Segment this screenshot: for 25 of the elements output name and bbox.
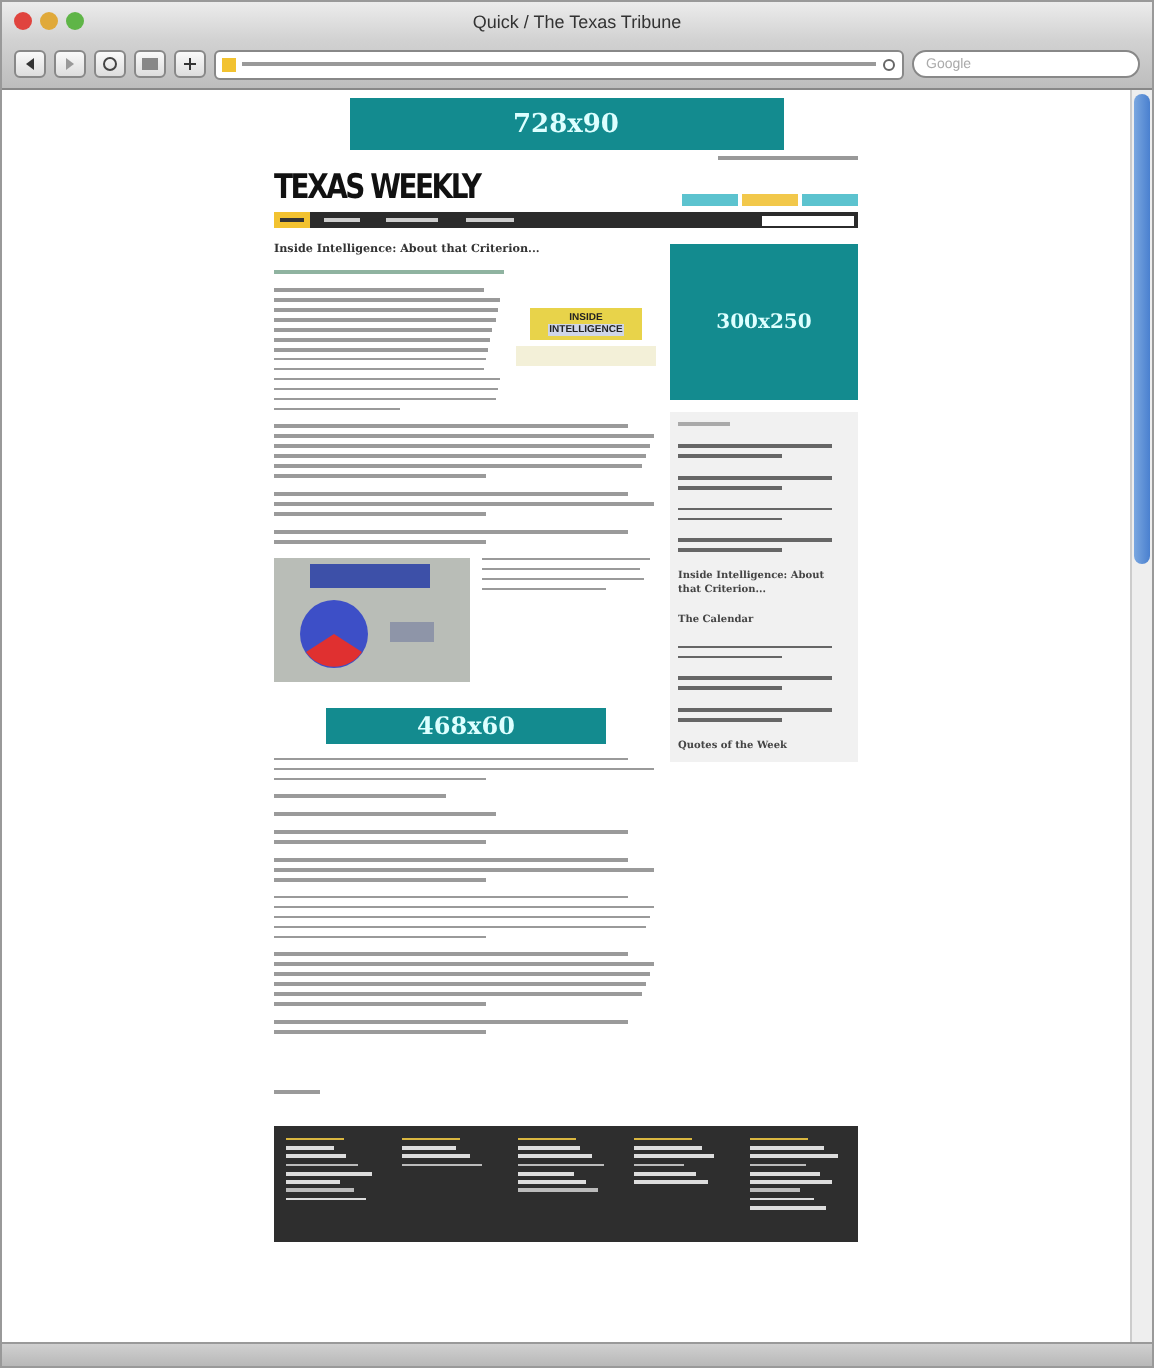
- search-field[interactable]: [762, 215, 854, 225]
- back-button[interactable]: [14, 50, 46, 78]
- reload-button[interactable]: [94, 50, 126, 78]
- scrollbar[interactable]: [1130, 90, 1152, 1342]
- site-logo: TEXAS WEEKLY: [274, 168, 480, 208]
- text-lines-drawing: [274, 1089, 321, 1094]
- back-icon: [24, 58, 36, 70]
- plus-icon: [184, 58, 196, 70]
- window-title: Quick / The Texas Tribune: [470, 11, 684, 31]
- forward-icon: [64, 58, 76, 70]
- nav-item[interactable]: [274, 212, 310, 228]
- reload-icon: [102, 56, 118, 72]
- caption-box: [516, 345, 656, 366]
- site-icon: [222, 57, 236, 71]
- ad-banner: 300x250: [670, 244, 858, 400]
- close-icon: [14, 12, 32, 30]
- add-bookmark-button[interactable]: [174, 50, 206, 78]
- ad-banner: 468x60: [326, 707, 606, 744]
- text-lines-drawing: [718, 156, 858, 160]
- minimize-icon: [40, 12, 58, 30]
- scroll-thumb[interactable]: [1134, 94, 1150, 564]
- address-field[interactable]: [214, 49, 904, 79]
- reload-icon: [882, 57, 896, 71]
- zoom-icon: [66, 12, 84, 30]
- ad-banner: 728x90: [349, 98, 783, 150]
